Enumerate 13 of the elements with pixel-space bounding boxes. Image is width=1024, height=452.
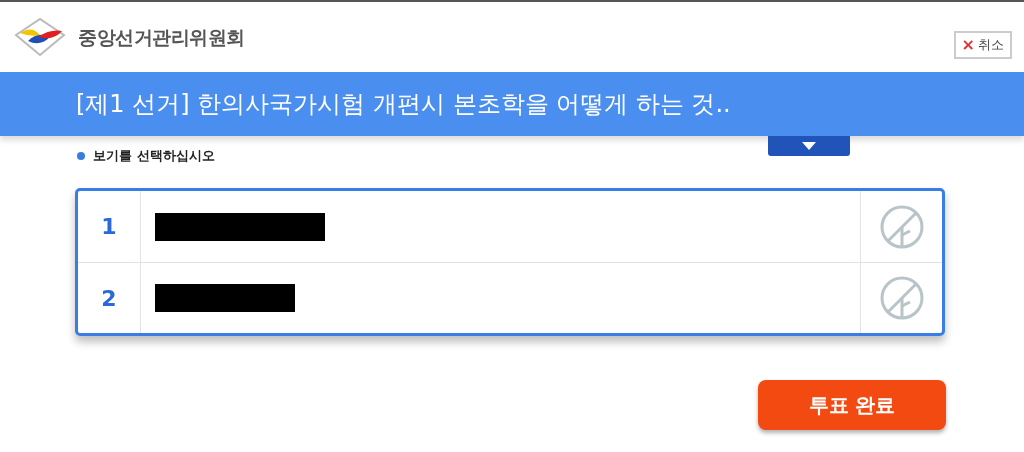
vote-stamp-icon[interactable] (878, 275, 925, 321)
option-number: 1 (101, 213, 117, 241)
cancel-button[interactable]: × 취소 (953, 31, 1012, 59)
ballot-title: [제1 선거] 한의사국가시험 개편시 본초학을 어떻게 하는 것.. (76, 89, 731, 120)
bullet-icon (77, 152, 85, 160)
instruction-text: 보기를 선택하십시오 (93, 147, 215, 166)
vote-stamp-icon[interactable] (878, 203, 925, 250)
dropdown-toggle[interactable] (768, 136, 850, 156)
organization-name: 중앙선거관리위원회 (78, 24, 245, 50)
caret-icon (802, 142, 816, 150)
close-icon: × (961, 37, 975, 53)
submit-vote-button[interactable]: 투표 완료 (758, 380, 946, 430)
option-number: 2 (101, 284, 117, 313)
